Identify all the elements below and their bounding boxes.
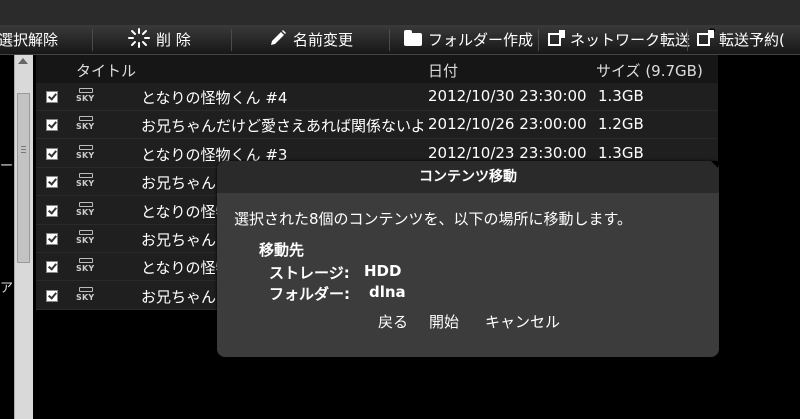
storage-label: ストレージ: bbox=[269, 264, 350, 282]
left-sidebar-edge: ー ア bbox=[0, 55, 14, 419]
row-checkbox[interactable] bbox=[46, 233, 58, 245]
network-transfer-label: ネットワーク転送 bbox=[570, 31, 691, 49]
new-folder-label: フォルダー作成 bbox=[428, 31, 534, 49]
table-row[interactable]: SKY お兄ちゃんだけど愛さえあれば関係ないよ 2012/10/26 23:00:0… bbox=[36, 111, 718, 140]
table-row[interactable]: SKY となりの怪物くん #4 2012/10/30 23:30:00 1.3GB bbox=[36, 83, 718, 111]
reserve-transfer-label: 転送予約( bbox=[719, 31, 785, 49]
dialog-corner-notch bbox=[711, 161, 718, 168]
toolbar-divider bbox=[687, 29, 688, 51]
delete-button[interactable]: 削 除 bbox=[128, 25, 191, 54]
dialog-title: コンテンツ移動 bbox=[217, 161, 719, 193]
folder-label: フォルダー: bbox=[269, 285, 350, 303]
row-checkbox[interactable] bbox=[46, 204, 58, 217]
reserve-transfer-button[interactable]: P 転送予約( bbox=[697, 25, 785, 54]
delete-label: 削 除 bbox=[156, 31, 191, 49]
cancel-button[interactable]: キャンセル bbox=[485, 311, 560, 332]
sidebar-fragment-text: ア bbox=[0, 281, 14, 296]
storage-value: HDD bbox=[364, 262, 402, 280]
deselect-label: 選択解除 bbox=[0, 31, 59, 49]
row-date: 2012/10/26 23:00:00 bbox=[428, 115, 587, 134]
header-title[interactable]: タイトル bbox=[76, 60, 136, 81]
row-checkbox[interactable] bbox=[46, 289, 58, 302]
toolbar-divider bbox=[92, 29, 93, 51]
row-size: 1.3GB bbox=[598, 143, 644, 162]
channel-logo-icon: SKY bbox=[76, 116, 98, 133]
scroll-thumb[interactable] bbox=[17, 93, 30, 263]
destination-heading: 移動先 bbox=[259, 241, 305, 259]
sidebar-fragment-text: ー bbox=[0, 159, 14, 174]
dialog-message: 選択された8個のコンテンツを、以下の場所に移動します。 bbox=[234, 210, 633, 228]
channel-logo-icon: SKY bbox=[76, 230, 98, 247]
sidebar-scrollbar[interactable] bbox=[14, 55, 33, 419]
channel-logo-icon: SKY bbox=[76, 88, 98, 105]
rename-button[interactable]: 名前変更 bbox=[269, 25, 353, 54]
row-checkbox[interactable] bbox=[46, 147, 58, 160]
channel-logo-icon: SKY bbox=[76, 201, 98, 219]
scroll-up-icon[interactable] bbox=[18, 58, 28, 64]
row-checkbox[interactable] bbox=[46, 261, 58, 274]
back-button[interactable]: 戻る bbox=[378, 311, 408, 332]
channel-logo-icon: SKY bbox=[76, 144, 98, 162]
row-date: 2012/10/23 23:30:00 bbox=[428, 143, 587, 162]
reserve-transfer-icon: P bbox=[697, 28, 716, 46]
top-bar bbox=[0, 0, 800, 25]
row-checkbox[interactable] bbox=[46, 176, 58, 189]
header-date[interactable]: 日付 bbox=[428, 60, 458, 81]
row-checkbox[interactable] bbox=[46, 119, 58, 132]
pencil-icon bbox=[269, 29, 287, 51]
folder-value: dlna bbox=[369, 283, 406, 301]
channel-logo-icon: SKY bbox=[76, 173, 98, 190]
channel-logo-icon: SKY bbox=[76, 286, 98, 304]
folder-icon bbox=[404, 30, 422, 46]
rename-label: 名前変更 bbox=[293, 31, 354, 49]
network-transfer-button[interactable]: ネットワーク転送 bbox=[548, 25, 690, 54]
row-title: お兄ちゃんだけど愛さえあれば関係ないよ bbox=[141, 117, 423, 136]
deselect-button[interactable]: 選択解除 bbox=[0, 25, 58, 54]
row-size: 1.3GB bbox=[598, 87, 644, 105]
row-checkbox[interactable] bbox=[46, 91, 58, 103]
sparkle-delete-icon bbox=[128, 27, 150, 52]
toolbar-divider bbox=[231, 29, 232, 51]
new-folder-button[interactable]: フォルダー作成 bbox=[404, 25, 533, 54]
channel-logo-icon: SKY bbox=[76, 258, 98, 275]
toolbar-divider bbox=[389, 29, 390, 51]
header-size[interactable]: サイズ (9.7GB) bbox=[596, 60, 703, 81]
network-transfer-icon bbox=[548, 30, 565, 46]
start-button[interactable]: 開始 bbox=[429, 311, 459, 332]
toolbar: 選択解除 削 除 名前変更 フォルダー作成 ネットワーク転送 P 転送予約( bbox=[0, 25, 800, 55]
list-header: タイトル 日付 サイズ (9.7GB) bbox=[36, 55, 718, 83]
toolbar-divider bbox=[538, 29, 539, 51]
row-title: となりの怪物くん #4 bbox=[141, 89, 288, 107]
move-content-dialog: コンテンツ移動 選択された8個のコンテンツを、以下の場所に移動します。 移動先 … bbox=[217, 161, 719, 357]
row-size: 1.2GB bbox=[598, 115, 644, 134]
row-date: 2012/10/30 23:30:00 bbox=[428, 87, 587, 105]
